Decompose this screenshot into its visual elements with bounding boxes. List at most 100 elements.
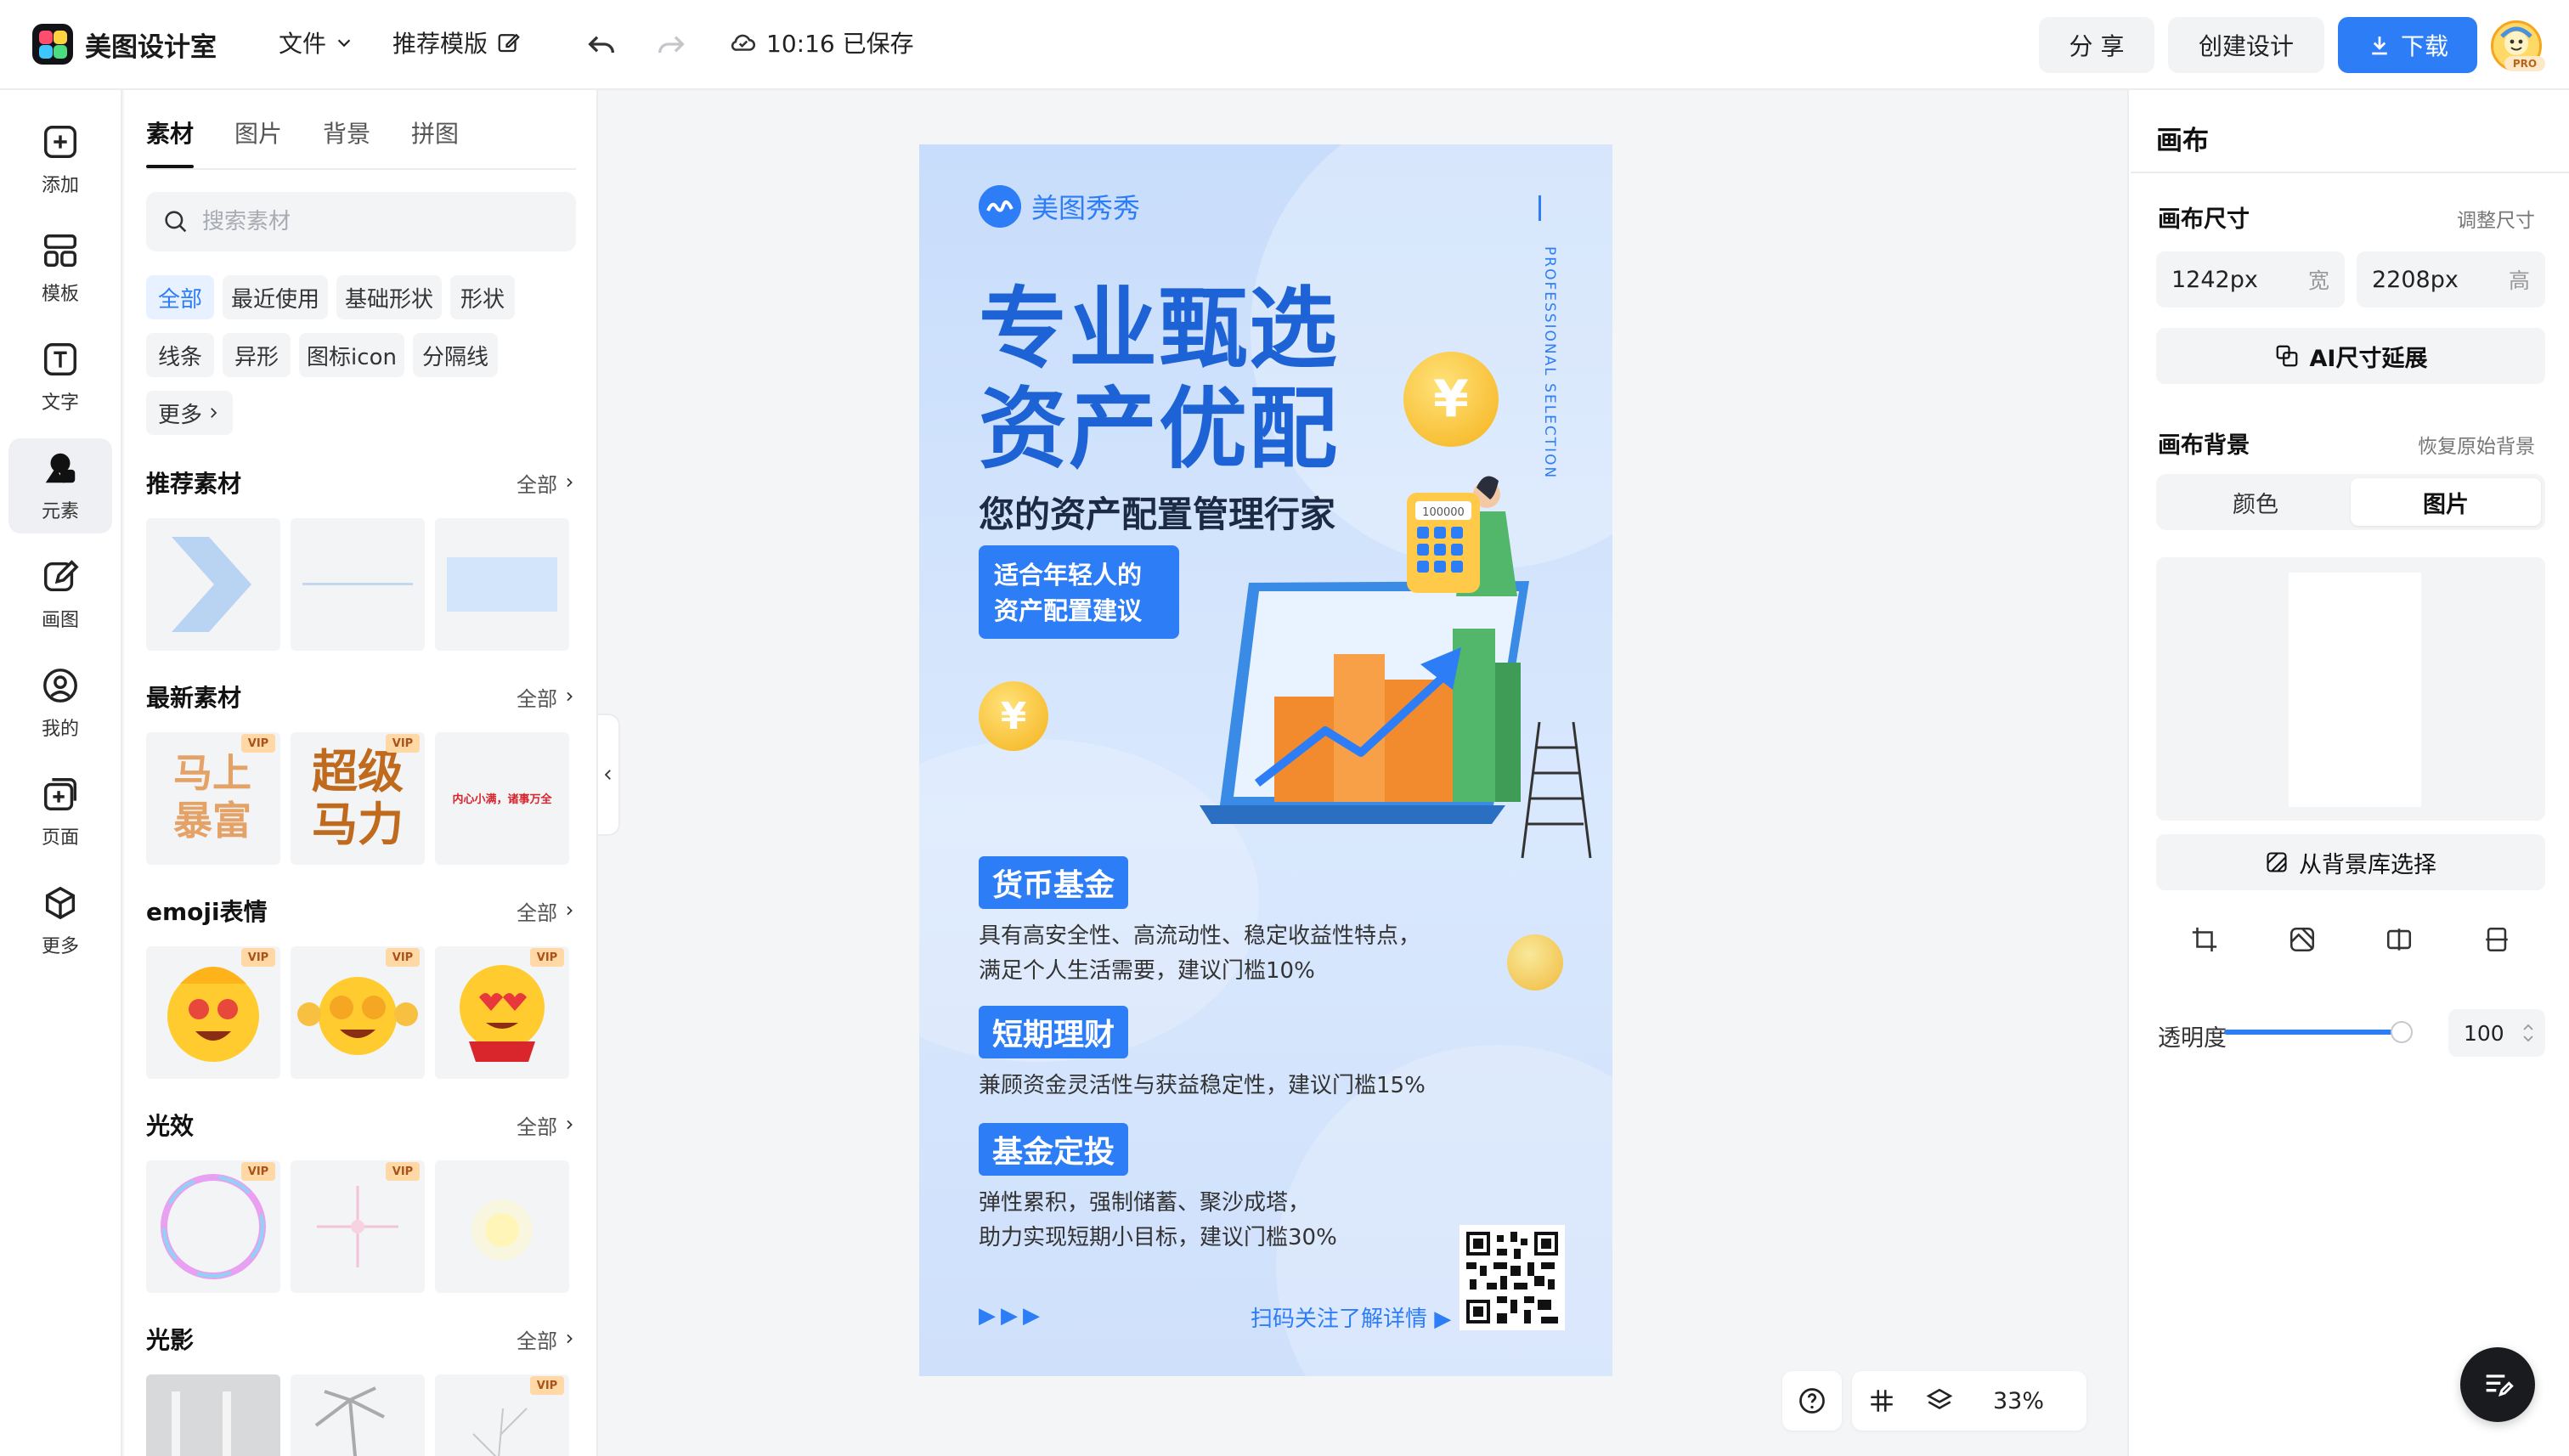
redo-icon[interactable] xyxy=(654,27,688,61)
opacity-slider-track[interactable] xyxy=(2224,1030,2397,1035)
scan-hint[interactable]: 扫码关注了解详情 ▶ xyxy=(1251,1301,1451,1333)
layers-icon[interactable] xyxy=(1925,1386,1954,1415)
coin-icon[interactable]: ¥ xyxy=(1403,352,1499,447)
coin-icon[interactable] xyxy=(1507,934,1563,990)
opacity-slider-handle[interactable] xyxy=(2391,1021,2413,1043)
crop-button[interactable] xyxy=(2188,923,2222,957)
restore-background-link[interactable]: 恢复原始背景 xyxy=(2418,430,2535,459)
chip-lines[interactable]: 线条 xyxy=(146,333,214,377)
asset-thumb-light[interactable]: VIP xyxy=(291,1160,425,1293)
asset-thumb-light[interactable]: VIP xyxy=(146,1160,280,1293)
rail-item-template[interactable]: 模板 xyxy=(8,221,112,316)
share-button[interactable]: 分 享 xyxy=(2039,17,2154,73)
chip-recent[interactable]: 最近使用 xyxy=(223,275,328,319)
filter-button[interactable] xyxy=(2285,923,2319,957)
qr-code[interactable] xyxy=(1460,1225,1565,1330)
asset-thumb-emoji[interactable]: VIP xyxy=(146,946,280,1079)
poster-vertical-label[interactable]: PROFESSIONAL SELECTION xyxy=(1527,195,1561,479)
collapse-panel-handle[interactable] xyxy=(598,714,620,836)
help-button[interactable] xyxy=(1782,1371,1842,1431)
section-body-short-term[interactable]: 兼顾资金灵活性与获益稳定性，建议门槛15% xyxy=(979,1069,1426,1103)
section-heading-short-term[interactable]: 短期理财 xyxy=(979,1006,1129,1058)
section-recommended-thumbs xyxy=(146,518,576,651)
tabs-divider xyxy=(146,168,576,170)
asset-thumb-text-effect[interactable]: 内心小满，诸事万全 xyxy=(435,732,569,865)
tab-color[interactable]: 颜色 xyxy=(2160,478,2351,526)
decorative-arrows[interactable]: ▶▶▶ xyxy=(979,1303,1045,1329)
quick-actions-button[interactable] xyxy=(2460,1347,2535,1422)
background-preview-page xyxy=(2289,573,2421,807)
finance-illustration[interactable]: 100000 xyxy=(1149,467,1612,875)
asset-thumb-text-effect[interactable]: 马上暴富 VIP xyxy=(146,732,280,865)
asset-thumb-shadow[interactable]: VIP xyxy=(435,1374,569,1456)
choose-from-library-button[interactable]: 从背景库选择 xyxy=(2156,834,2545,890)
undo-icon[interactable] xyxy=(584,27,618,61)
asset-thumb-chevron[interactable] xyxy=(146,518,280,651)
rail-item-page[interactable]: 页面 xyxy=(8,765,112,860)
app-title: 美图设计室 xyxy=(85,31,217,63)
asset-thumb-text-effect[interactable]: 超级马力 VIP xyxy=(291,732,425,865)
zoom-level[interactable]: 33% xyxy=(1993,1388,2044,1414)
tab-images[interactable]: 图片 xyxy=(234,116,282,168)
chip-dividers[interactable]: 分隔线 xyxy=(413,333,498,377)
rail-item-more[interactable]: 更多 xyxy=(8,873,112,968)
height-field[interactable]: 2208px 高 xyxy=(2357,251,2545,308)
grid-icon[interactable] xyxy=(1867,1386,1896,1415)
asset-thumb-emoji[interactable]: VIP xyxy=(435,946,569,1079)
download-button[interactable]: 下载 xyxy=(2338,17,2477,73)
rail-item-mine[interactable]: 我的 xyxy=(8,656,112,751)
search-input[interactable] xyxy=(202,209,559,234)
brand-name: 美图秀秀 xyxy=(1031,192,1141,224)
create-design-button[interactable]: 创建设计 xyxy=(2168,17,2324,73)
section-body-fund-investment[interactable]: 弹性累积，强制储蓄、聚沙成塔， 助力实现短期小目标，建议门槛30% xyxy=(979,1186,1337,1256)
section-body-money-fund[interactable]: 具有高安全性、高流动性、稳定收益性特点， 满足个人生活需要，建议门槛10% xyxy=(979,919,1420,989)
poster-brand[interactable]: 美图秀秀 xyxy=(979,185,1140,228)
asset-thumb-emoji[interactable]: VIP xyxy=(291,946,425,1079)
tab-backgrounds[interactable]: 背景 xyxy=(323,116,370,168)
background-preview[interactable] xyxy=(2156,557,2545,821)
chip-more[interactable]: 更多 xyxy=(146,391,233,435)
rail-item-draw[interactable]: 画图 xyxy=(8,547,112,642)
asset-thumb-shadow[interactable] xyxy=(146,1374,280,1456)
chip-basic-shapes[interactable]: 基础形状 xyxy=(336,275,442,319)
see-all-link[interactable]: 全部 xyxy=(517,682,576,712)
chip-irregular[interactable]: 异形 xyxy=(223,333,291,377)
thumb-text: 超级马力 xyxy=(312,745,404,851)
see-all-link[interactable]: 全部 xyxy=(517,468,576,498)
design-canvas[interactable]: 美图秀秀 PROFESSIONAL SELECTION 专业甄选 资产优配 您的… xyxy=(919,144,1612,1376)
tab-materials[interactable]: 素材 xyxy=(146,116,195,168)
width-field[interactable]: 1242px 宽 xyxy=(2156,251,2345,308)
app-logo[interactable]: 美图设计室 xyxy=(32,24,217,65)
see-all-link[interactable]: 全部 xyxy=(517,1110,576,1140)
rail-item-text[interactable]: 文字 xyxy=(8,330,112,425)
chip-shapes[interactable]: 形状 xyxy=(450,275,515,319)
resize-link[interactable]: 调整尺寸 xyxy=(2457,204,2535,233)
see-all-link[interactable]: 全部 xyxy=(517,1324,576,1354)
poster-headline[interactable]: 专业甄选 资产优配 xyxy=(979,279,1339,479)
see-all-link[interactable]: 全部 xyxy=(517,896,576,926)
section-emoji-thumbs: VIP VIP VIP xyxy=(146,946,576,1079)
ai-size-extend-button[interactable]: AI尺寸延展 xyxy=(2156,328,2545,384)
section-heading-money-fund[interactable]: 货币基金 xyxy=(979,856,1129,909)
tab-collage[interactable]: 拼图 xyxy=(411,116,459,168)
vip-badge: VIP xyxy=(241,948,275,967)
rail-item-label: 更多 xyxy=(41,936,79,957)
asset-thumb-line[interactable] xyxy=(291,518,425,651)
stepper-icon[interactable] xyxy=(2521,1021,2535,1045)
flip-horizontal-button[interactable] xyxy=(2382,923,2416,957)
tab-image[interactable]: 图片 xyxy=(2351,478,2541,526)
recommended-template-button[interactable]: 推荐模版 xyxy=(392,25,522,59)
chip-all[interactable]: 全部 xyxy=(146,275,214,319)
section-heading-fund-investment[interactable]: 基金定投 xyxy=(979,1123,1129,1176)
chip-icons[interactable]: 图标icon xyxy=(299,333,404,377)
coin-icon[interactable]: ¥ xyxy=(979,681,1048,751)
opacity-input[interactable]: 100 xyxy=(2448,1009,2545,1057)
file-menu[interactable]: 文件 xyxy=(279,25,353,59)
rail-item-add[interactable]: 添加 xyxy=(8,112,112,207)
asset-thumb-shadow[interactable] xyxy=(291,1374,425,1456)
asset-thumb-rectangle[interactable] xyxy=(435,518,569,651)
asset-thumb-light[interactable] xyxy=(435,1160,569,1293)
flip-vertical-button[interactable] xyxy=(2480,923,2514,957)
asset-search[interactable] xyxy=(146,192,576,251)
rail-item-elements[interactable]: 元素 xyxy=(8,438,112,533)
